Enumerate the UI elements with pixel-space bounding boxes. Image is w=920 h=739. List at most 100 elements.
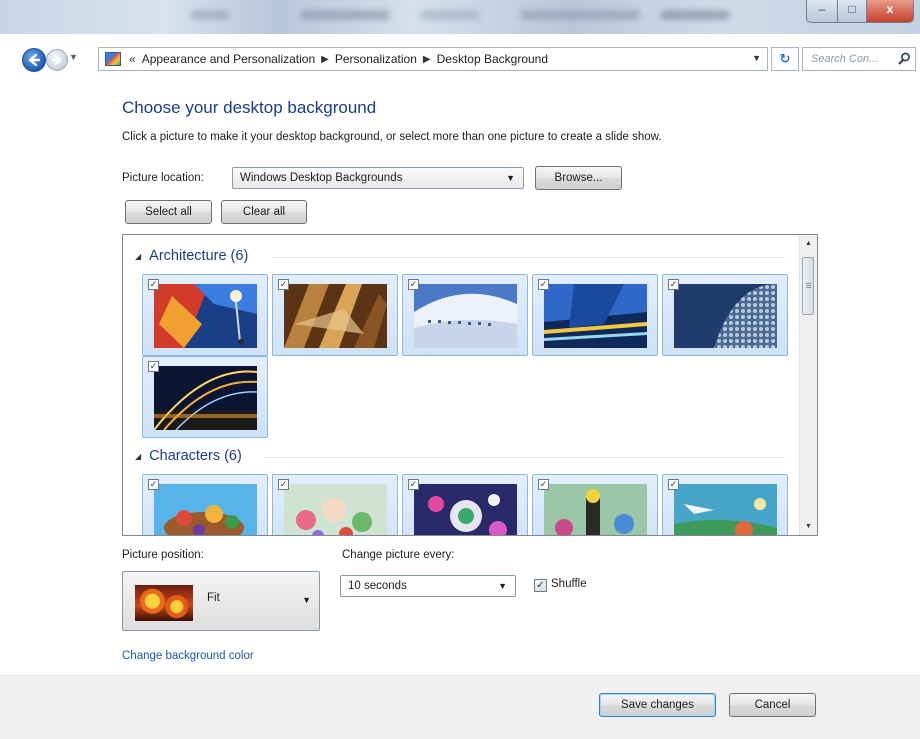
breadcrumb-overflow[interactable]: « <box>129 52 136 66</box>
search-placeholder: Search Con... <box>811 53 879 65</box>
scroll-down-icon[interactable]: ▼ <box>800 518 817 535</box>
wallpaper-checkbox[interactable]: ✓ <box>408 279 419 290</box>
wallpaper-checkbox[interactable]: ✓ <box>148 279 159 290</box>
title-bar-blur <box>300 10 390 20</box>
wallpaper-thumbnail <box>284 484 387 535</box>
breadcrumb-separator-icon[interactable]: ▶ <box>321 54 329 65</box>
page-instructions: Click a picture to make it your desktop … <box>122 131 662 143</box>
minimize-button[interactable]: – <box>806 0 838 23</box>
recent-pages-dropdown[interactable]: ▼ <box>69 52 78 62</box>
maximize-icon: □ <box>848 2 856 16</box>
picture-position-label: Picture position: <box>122 549 204 561</box>
wallpaper-thumbnail <box>154 366 257 430</box>
wallpaper-thumbnail <box>414 284 517 348</box>
group-divider <box>265 457 785 458</box>
group-title: Architecture (6) <box>149 248 249 264</box>
page-title: Choose your desktop background <box>122 98 377 117</box>
wallpaper-thumbnail <box>284 284 387 348</box>
group-header-characters[interactable]: ◢ Characters (6) <box>135 448 242 464</box>
wallpaper-tile[interactable]: ✓ <box>142 474 268 535</box>
refresh-icon: ↻ <box>779 51 791 66</box>
window-title-bar[interactable] <box>0 0 920 34</box>
wallpaper-checkbox[interactable]: ✓ <box>668 479 679 490</box>
scrollbar-thumb[interactable] <box>802 257 814 315</box>
wallpaper-tile[interactable]: ✓ <box>142 356 268 438</box>
wallpaper-thumbnail <box>414 484 517 535</box>
wallpaper-tile[interactable]: ✓ <box>532 474 658 535</box>
wallpaper-checkbox[interactable]: ✓ <box>148 479 159 490</box>
wallpaper-thumbnail <box>544 484 647 535</box>
change-picture-label: Change picture every: <box>342 549 455 561</box>
back-button[interactable] <box>22 48 46 72</box>
close-icon: x <box>886 2 894 16</box>
search-input[interactable]: Search Con... <box>802 47 916 71</box>
title-bar-blur <box>520 10 640 20</box>
breadcrumb-appearance-and-personalization[interactable]: Appearance and Personalization <box>142 52 315 66</box>
forward-button[interactable] <box>46 49 68 71</box>
wallpaper-tile[interactable]: ✓ <box>662 474 788 535</box>
search-icon[interactable] <box>898 52 911 65</box>
select-all-button[interactable]: Select all <box>125 200 212 224</box>
chevron-down-icon: ▼ <box>302 595 311 605</box>
scroll-up-icon[interactable]: ▲ <box>800 235 817 252</box>
change-picture-interval-select[interactable]: 10 seconds ▼ <box>340 575 516 597</box>
wallpaper-tile[interactable]: ✓ <box>272 474 398 535</box>
chevron-down-icon: ▼ <box>498 581 507 591</box>
wallpaper-tile[interactable]: ✓ <box>662 274 788 356</box>
breadcrumb-desktop-background[interactable]: Desktop Background <box>437 52 548 66</box>
picture-location-label: Picture location: <box>122 172 204 184</box>
title-bar-blur <box>190 10 230 20</box>
save-changes-button[interactable]: Save changes <box>599 693 716 717</box>
change-background-color-link[interactable]: Change background color <box>122 650 254 662</box>
picture-location-value: Windows Desktop Backgrounds <box>240 172 403 184</box>
picture-list-scrollbar[interactable]: ▲ ▼ <box>799 235 817 535</box>
maximize-button[interactable]: □ <box>837 0 867 23</box>
group-divider <box>273 257 785 258</box>
group-header-architecture[interactable]: ◢ Architecture (6) <box>135 248 248 264</box>
clear-all-button[interactable]: Clear all <box>221 200 307 224</box>
title-bar-blur <box>420 10 480 20</box>
wallpaper-tile[interactable]: ✓ <box>272 274 398 356</box>
collapse-triangle-icon[interactable]: ◢ <box>135 252 141 261</box>
breadcrumb-personalization[interactable]: Personalization <box>335 52 417 66</box>
wallpaper-checkbox[interactable]: ✓ <box>538 479 549 490</box>
picture-position-preview <box>135 585 193 621</box>
browse-button[interactable]: Browse... <box>535 166 622 190</box>
cancel-button[interactable]: Cancel <box>729 693 816 717</box>
picture-position-select[interactable]: Fit ▼ <box>122 571 320 631</box>
picture-list[interactable]: ◢ Architecture (6) ✓ ✓ ✓ ✓ ✓ ✓ ◢ Charact… <box>122 234 818 536</box>
wallpaper-tile[interactable]: ✓ <box>532 274 658 356</box>
wallpaper-thumbnail <box>154 284 257 348</box>
picture-position-value: Fit <box>207 592 220 604</box>
wallpaper-thumbnail <box>674 284 777 348</box>
group-title: Characters (6) <box>149 448 242 464</box>
wallpaper-checkbox[interactable]: ✓ <box>668 279 679 290</box>
wallpaper-thumbnail <box>154 484 257 535</box>
close-button[interactable]: x <box>866 0 914 23</box>
wallpaper-tile[interactable]: ✓ <box>402 474 528 535</box>
collapse-triangle-icon[interactable]: ◢ <box>135 452 141 461</box>
grip-icon <box>806 283 811 289</box>
back-arrow-icon <box>28 53 41 67</box>
wallpaper-thumbnail <box>544 284 647 348</box>
address-history-chevron-icon[interactable]: ▼ <box>752 53 761 63</box>
interval-value: 10 seconds <box>348 580 407 592</box>
wallpaper-tile[interactable]: ✓ <box>142 274 268 356</box>
wallpaper-checkbox[interactable]: ✓ <box>278 479 289 490</box>
shuffle-label[interactable]: Shuffle <box>551 578 587 590</box>
shuffle-checkbox[interactable]: ✓ <box>534 579 547 592</box>
chevron-down-icon: ▼ <box>506 173 515 183</box>
picture-location-select[interactable]: Windows Desktop Backgrounds ▼ <box>232 167 524 189</box>
minimize-icon: – <box>818 2 826 16</box>
wallpaper-tile[interactable]: ✓ <box>402 274 528 356</box>
wallpaper-checkbox[interactable]: ✓ <box>148 361 159 372</box>
refresh-button[interactable]: ↻ <box>771 47 799 71</box>
wallpaper-checkbox[interactable]: ✓ <box>538 279 549 290</box>
wallpaper-checkbox[interactable]: ✓ <box>408 479 419 490</box>
control-panel-icon <box>105 52 121 66</box>
address-bar[interactable]: « Appearance and Personalization ▶ Perso… <box>98 47 768 71</box>
breadcrumb-separator-icon[interactable]: ▶ <box>423 54 431 65</box>
title-bar-blur <box>660 10 730 20</box>
wallpaper-thumbnail <box>674 484 777 535</box>
wallpaper-checkbox[interactable]: ✓ <box>278 279 289 290</box>
